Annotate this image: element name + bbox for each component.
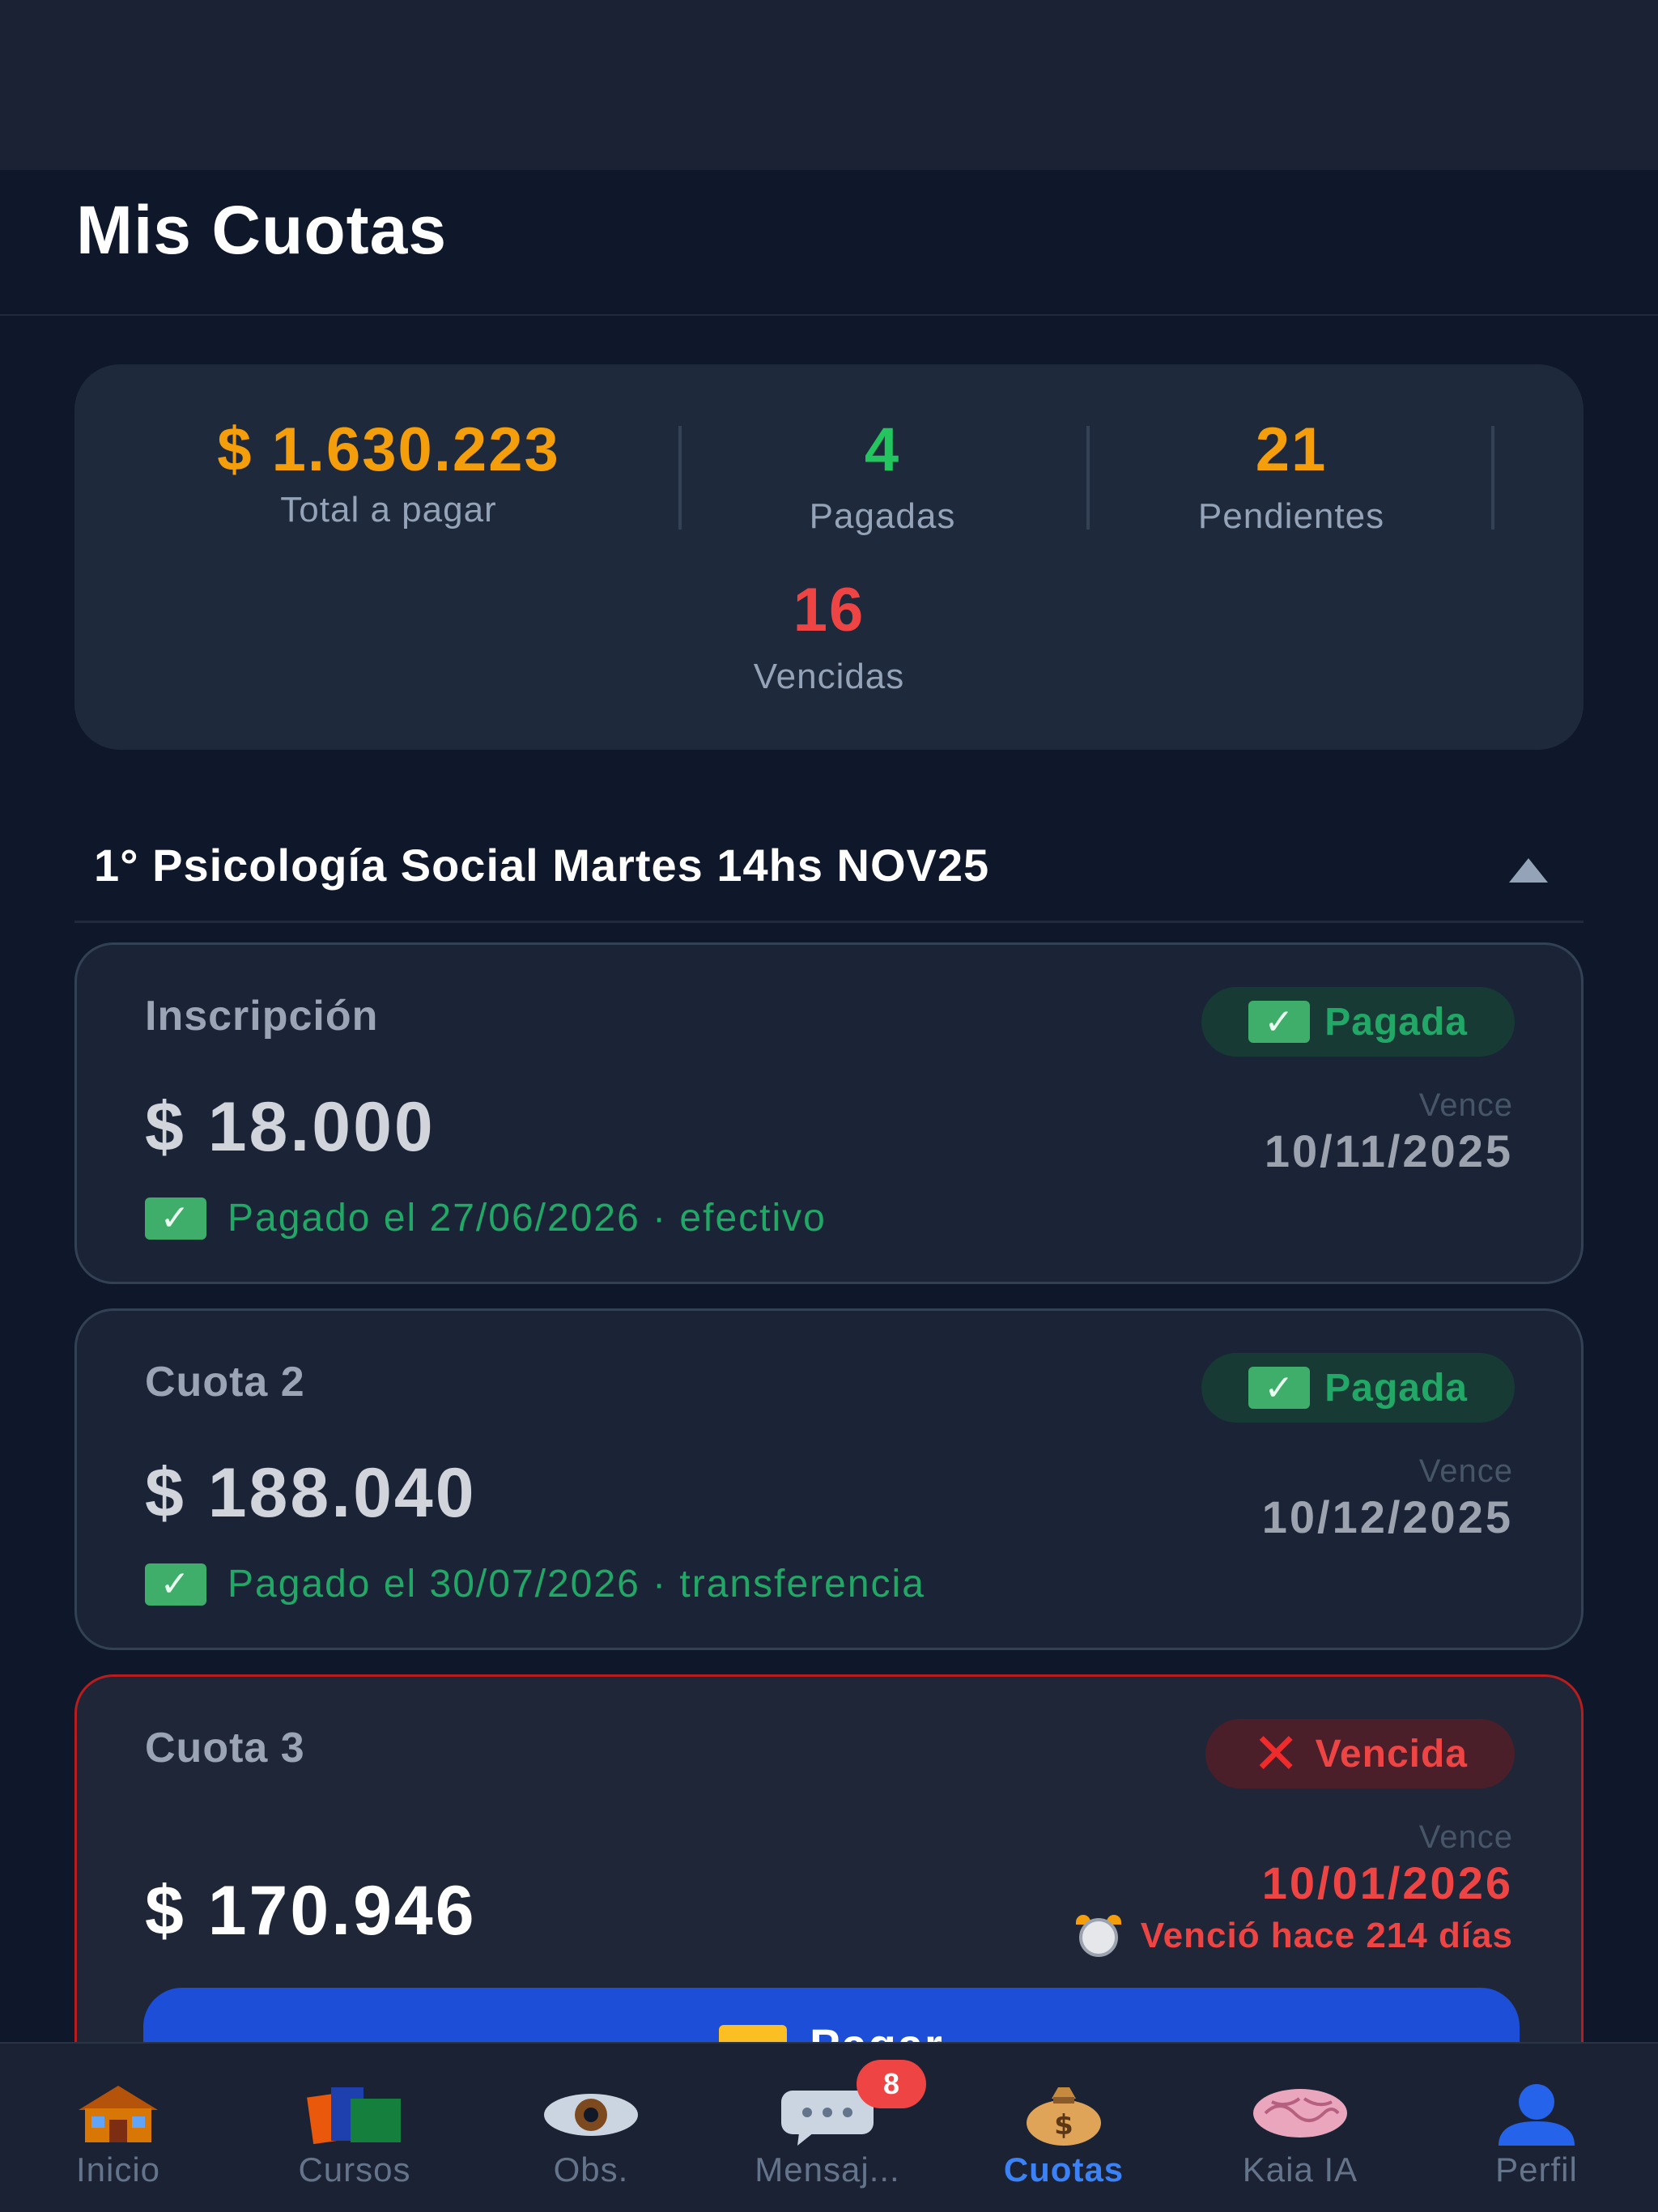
due-date: 10/12/2025 — [1261, 1491, 1513, 1542]
stat-paid: 4 Pagadas — [729, 415, 1036, 537]
payment-note: ✓ Pagado el 27/06/2026 · efectivo — [145, 1196, 827, 1240]
fee-name: Cuota 3 — [145, 1725, 305, 1772]
tab-cuotas[interactable]: $ Cuotas — [946, 2044, 1182, 2212]
overdue-note: Venció hace 214 días — [1074, 1915, 1513, 1957]
status-badge: ✓ Pagada — [1201, 987, 1515, 1057]
fee-name: Cuota 2 — [145, 1359, 305, 1406]
stat-pending-value: 21 — [1255, 415, 1328, 484]
check-icon: ✓ — [1248, 1367, 1311, 1409]
fee-name: Inscripción — [145, 993, 379, 1040]
status-badge-label: Pagada — [1324, 1000, 1468, 1044]
svg-text:$: $ — [1054, 2109, 1073, 2142]
tab-obs[interactable]: Obs. — [473, 2044, 709, 2212]
stat-total-label: Total a pagar — [280, 490, 497, 530]
tab-inicio[interactable]: Inicio — [0, 2044, 236, 2212]
collapse-arrow-icon[interactable] — [1509, 858, 1548, 883]
stat-total-value: $ 1.630.223 — [217, 415, 560, 484]
money-bag-icon: $ — [1027, 2087, 1101, 2146]
stat-pending-label: Pendientes — [1197, 496, 1385, 536]
stat-overdue-value: 16 — [793, 576, 865, 644]
stat-divider — [1491, 426, 1494, 530]
user-icon — [1499, 2084, 1575, 2146]
bottom-tab-bar: Inicio Cursos Obs. 8 Mensaj... $ Cuotas … — [0, 2042, 1658, 2212]
tab-label: Perfil — [1495, 2150, 1578, 2189]
payment-note-text: Pagado el 30/07/2026 · transferencia — [227, 1563, 925, 1606]
tab-kaia-ia[interactable]: Kaia IA — [1182, 2044, 1418, 2212]
fee-amount: $ 170.946 — [145, 1872, 477, 1950]
status-badge-label: Vencida — [1315, 1732, 1468, 1776]
stat-divider — [1086, 426, 1090, 530]
stat-total: $ 1.630.223 Total a pagar — [146, 415, 631, 530]
check-icon: ✓ — [145, 1197, 206, 1240]
fee-amount: $ 18.000 — [145, 1088, 436, 1166]
eye-icon — [544, 2094, 638, 2136]
payment-note: ✓ Pagado el 30/07/2026 · transferencia — [145, 1562, 925, 1606]
due-label: Vence — [1418, 1453, 1513, 1489]
tab-perfil[interactable]: Perfil — [1418, 2044, 1655, 2212]
tab-cursos[interactable]: Cursos — [236, 2044, 473, 2212]
tab-label: Kaia IA — [1242, 2150, 1358, 2189]
tab-label: Mensaj... — [755, 2150, 900, 2189]
tab-label: Obs. — [553, 2150, 629, 2189]
course-title: 1° Psicología Social Martes 14hs NOV25 — [94, 840, 990, 891]
tab-label: Inicio — [75, 2150, 161, 2189]
cross-icon: ✕ — [1252, 1722, 1301, 1785]
stat-paid-value: 4 — [864, 415, 901, 484]
stat-divider — [678, 426, 682, 530]
status-bar — [0, 0, 1658, 170]
house-icon — [79, 2086, 158, 2142]
unread-badge: 8 — [857, 2060, 926, 2108]
fee-card-overdue[interactable]: Cuota 3 ✕ Vencida Vence 10/01/2026 Venci… — [74, 1674, 1584, 2101]
tab-mensajes[interactable]: 8 Mensaj... — [709, 2044, 946, 2212]
due-label: Vence — [1418, 1819, 1513, 1855]
stat-overdue-label: Vencidas — [753, 657, 905, 696]
fee-card[interactable]: Inscripción ✓ Pagada Vence 10/11/2025 $ … — [74, 942, 1584, 1284]
tab-label: Cuotas — [1003, 2150, 1124, 2189]
due-label: Vence — [1418, 1087, 1513, 1123]
due-date: 10/01/2026 — [1261, 1857, 1513, 1908]
check-icon: ✓ — [1248, 1001, 1311, 1043]
payment-note-text: Pagado el 27/06/2026 · efectivo — [227, 1197, 827, 1240]
books-icon — [307, 2087, 401, 2145]
overdue-note-text: Venció hace 214 días — [1140, 1916, 1513, 1955]
check-icon: ✓ — [145, 1563, 206, 1606]
status-badge: ✕ Vencida — [1205, 1719, 1515, 1789]
stat-paid-label: Pagadas — [809, 496, 956, 536]
fee-amount: $ 188.040 — [145, 1454, 477, 1532]
course-section-header[interactable]: 1° Psicología Social Martes 14hs NOV25 — [74, 826, 1584, 923]
alarm-clock-icon — [1074, 1915, 1123, 1957]
status-badge-label: Pagada — [1324, 1366, 1468, 1410]
status-badge: ✓ Pagada — [1201, 1353, 1515, 1423]
brain-icon — [1253, 2089, 1347, 2138]
stat-pending: 21 Pendientes — [1133, 415, 1449, 537]
page-title: Mis Cuotas — [76, 192, 448, 268]
stat-overdue: 16 Vencidas — [667, 575, 991, 697]
fee-card[interactable]: Cuota 2 ✓ Pagada Vence 10/12/2025 $ 188.… — [74, 1308, 1584, 1650]
tab-label: Cursos — [298, 2150, 411, 2189]
due-date: 10/11/2025 — [1264, 1125, 1513, 1176]
